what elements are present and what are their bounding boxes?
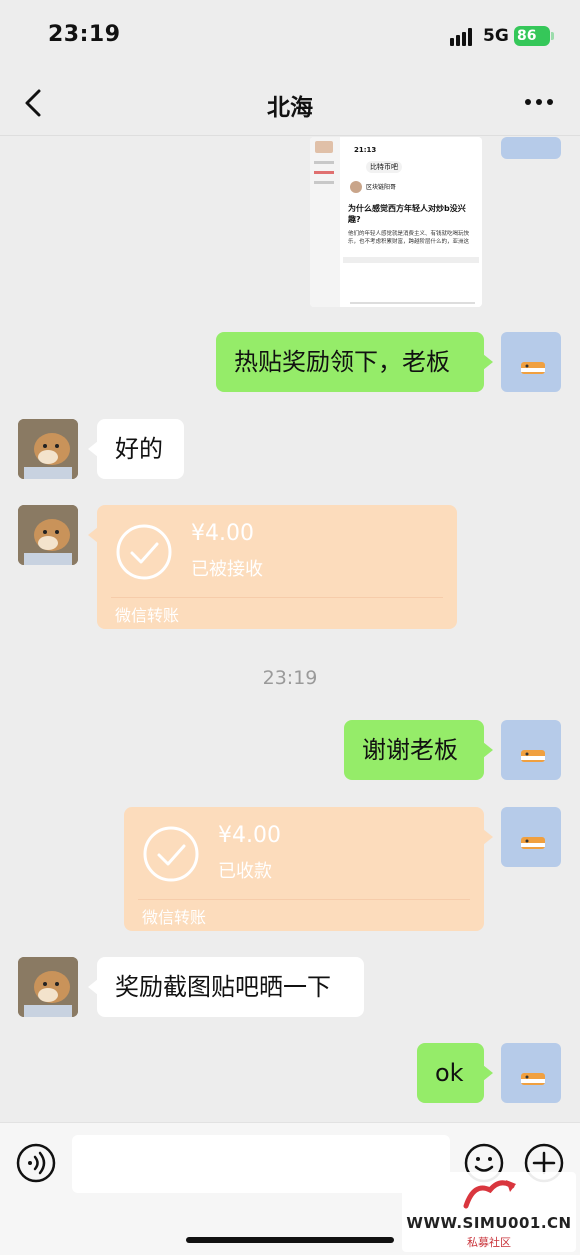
message-input[interactable] [72, 1135, 450, 1193]
transfer-divider [138, 899, 470, 900]
avatar[interactable] [18, 505, 78, 565]
thumb-time: 21:13 [354, 146, 377, 154]
transfer-amount: ¥4.00 [218, 823, 281, 848]
thumb-author: 区块链阳哥 [366, 184, 397, 191]
transfer-status: 已被接收 [191, 559, 263, 580]
avatar[interactable] [501, 1043, 561, 1103]
thumb-post-title: 为什么感觉西方年轻人对炒b没兴趣? [348, 204, 466, 224]
home-indicator[interactable] [186, 1237, 394, 1243]
message-bubble-outgoing[interactable]: 谢谢老板 [344, 720, 493, 780]
avatar[interactable] [501, 720, 561, 780]
transfer-divider [111, 597, 443, 598]
avatar[interactable] [501, 332, 561, 392]
status-bar: 23:19 5G 86 [0, 0, 580, 70]
check-circle-icon [116, 524, 172, 580]
watermark-url: WWW.SIMU001.CN [406, 1214, 572, 1232]
message-bubble-incoming[interactable]: 好的 [88, 419, 184, 479]
signal-icon [450, 28, 476, 46]
avatar[interactable] [18, 957, 78, 1017]
cat-sticker-icon [521, 1073, 545, 1085]
watermark-sub: 私募社区 [467, 1236, 511, 1249]
cat-sticker-icon [521, 362, 545, 374]
status-time: 23:19 [48, 22, 121, 47]
avatar[interactable] [501, 807, 561, 867]
thumb-post-snippet: 他们的年轻人感觉就是消费主义、有钱就吃喝玩快乐，也不考虑积累财富，跨越阶层什么的… [348, 231, 470, 245]
network-type: 5G [483, 26, 509, 46]
message-bubble-incoming[interactable]: 奖励截图贴吧晒一下 [88, 957, 364, 1017]
nav-bar: 北海 [0, 70, 580, 136]
chat-area[interactable]: 21:13 比特币吧 区块链阳哥 为什么感觉西方年轻人对炒b没兴趣? 他们的年轻… [0, 137, 580, 1122]
more-icon[interactable] [524, 92, 554, 112]
transfer-amount: ¥4.00 [191, 521, 254, 546]
dog-avatar-icon [18, 957, 78, 1017]
thumb-forum: 比特币吧 [366, 161, 402, 173]
cat-sticker-icon [521, 837, 545, 849]
watermark: WWW.SIMU001.CN 私募社区 [402, 1172, 576, 1252]
time-divider: 23:19 [262, 667, 318, 689]
check-circle-icon [143, 826, 199, 882]
thumb-avatar [350, 181, 362, 193]
message-bubble-outgoing[interactable]: 热贴奖励领下，老板 [216, 332, 493, 392]
transfer-label: 微信转账 [115, 606, 180, 625]
transfer-card-accepted[interactable]: ¥4.00 已收款 微信转账 [124, 807, 493, 931]
transfer-status: 已收款 [218, 861, 272, 882]
battery-icon: 86 [514, 26, 550, 46]
chat-title: 北海 [267, 95, 313, 121]
watermark-logo-icon [463, 1180, 516, 1209]
battery-tip [551, 32, 554, 40]
transfer-card-received[interactable]: ¥4.00 已被接收 微信转账 [88, 505, 457, 629]
dog-avatar-icon [18, 505, 78, 565]
avatar[interactable] [501, 137, 561, 159]
message-bubble-outgoing[interactable]: ok [417, 1043, 493, 1103]
image-message[interactable]: 21:13 比特币吧 区块链阳哥 为什么感觉西方年轻人对炒b没兴趣? 他们的年轻… [310, 137, 482, 307]
avatar[interactable] [18, 419, 78, 479]
voice-icon[interactable] [16, 1143, 56, 1183]
dog-avatar-icon [18, 419, 78, 479]
transfer-label: 微信转账 [142, 908, 207, 927]
cat-sticker-icon [521, 750, 545, 762]
